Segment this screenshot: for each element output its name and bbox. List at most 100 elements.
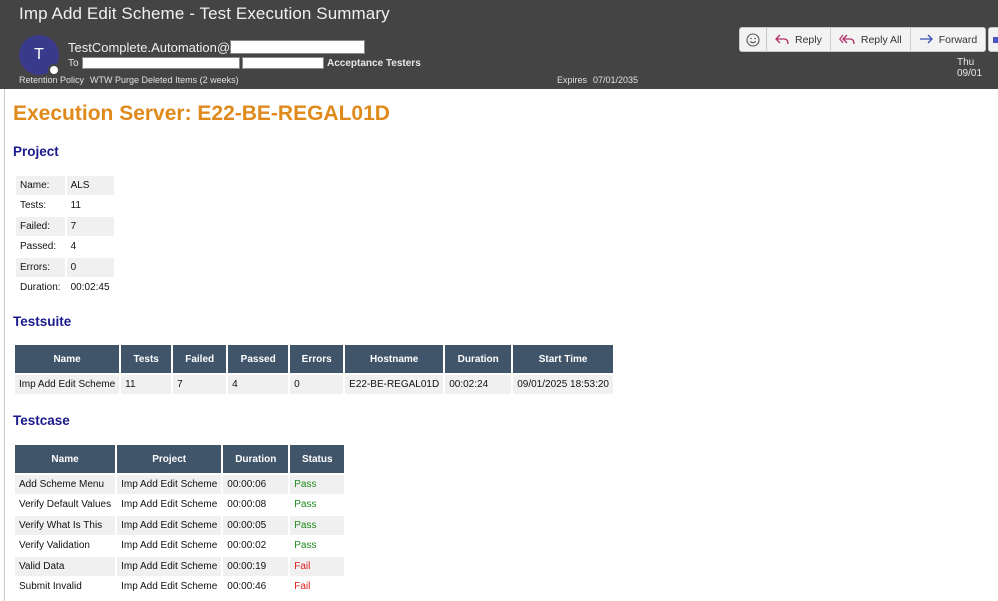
suite-duration-cell: 00:02:24 [445, 375, 512, 394]
reply-all-label: Reply All [860, 33, 902, 46]
suite-start-time-cell: 09/01/2025 18:53:20 [513, 375, 613, 394]
redacted-recipient-2 [242, 57, 324, 69]
expires-value: 07/01/2035 [593, 75, 639, 85]
case-name-cell: Valid Data [15, 557, 116, 576]
expires-info: Expires 07/01/2035 [557, 75, 638, 85]
case-project-cell: Imp Add Edit Scheme [117, 577, 222, 596]
case-duration-cell: 00:00:08 [223, 495, 289, 514]
column-header: Name [15, 445, 116, 473]
recipient-group[interactable]: Acceptance Testers [327, 58, 421, 69]
project-key: Duration: [20, 282, 61, 294]
reply-all-button[interactable]: Reply All [831, 28, 911, 51]
forward-button[interactable]: Forward [911, 28, 986, 51]
table-row: Errors: 0 [16, 258, 114, 277]
table-row: Valid Data Imp Add Edit Scheme 00:00:19 Fai… [15, 557, 345, 576]
column-header: Duration [223, 445, 289, 473]
retention-label: Retention Policy [19, 75, 85, 85]
project-key: Failed: [16, 217, 65, 236]
avatar-initial: T [34, 46, 44, 63]
case-name-cell: Submit Invalid [15, 577, 116, 596]
case-project-cell: Imp Add Edit Scheme [117, 495, 222, 514]
project-heading: Project [13, 144, 59, 159]
more-actions-group [988, 27, 998, 52]
project-value: 00:02:45 [70, 282, 110, 294]
case-status-cell: Pass [290, 516, 345, 535]
table-row: Verify What Is This Imp Add Edit Scheme 00… [15, 516, 345, 535]
project-value: 0 [66, 258, 114, 277]
project-key: Name: [16, 176, 65, 195]
case-status-cell: Pass [290, 536, 345, 555]
teams-icon [993, 36, 998, 43]
suite-tests-cell: 11 [121, 375, 172, 394]
teams-share-button[interactable] [989, 28, 998, 51]
column-header: Hostname [345, 345, 444, 373]
table-row: Add Scheme Menu Imp Add Edit Scheme 00:00:… [15, 475, 345, 494]
redacted-recipient [82, 57, 240, 69]
case-status-cell: Fail [290, 557, 345, 576]
case-project-cell: Imp Add Edit Scheme [117, 536, 222, 555]
retention-value: WTW Purge Deleted Items (2 weeks) [90, 75, 239, 85]
project-value: 4 [70, 241, 77, 253]
case-duration-cell: 00:00:05 [223, 516, 289, 535]
table-row: Failed: 7 [16, 217, 114, 236]
execution-server-title: Execution Server: E22-BE-REGAL01D [13, 102, 390, 125]
table-row: Passed: 4 [16, 238, 114, 257]
case-project-cell: Imp Add Edit Scheme [117, 516, 222, 535]
table-header-row: Name Project Duration Status [15, 445, 345, 473]
reply-button[interactable]: Reply [767, 28, 831, 51]
case-project-cell: Imp Add Edit Scheme [117, 475, 222, 494]
email-body: Execution Server: E22-BE-REGAL01D Projec… [4, 89, 998, 601]
reply-actions-group: Reply Reply All Forward [766, 27, 987, 52]
email-subject: Imp Add Edit Scheme - Test Execution Sum… [19, 4, 390, 23]
table-header-row: Name Tests Failed Passed Errors Hostname… [15, 345, 613, 373]
project-value: ALS [66, 176, 114, 195]
table-row: Verify Validation Imp Add Edit Scheme 00:0… [15, 536, 345, 555]
suite-errors-cell: 0 [290, 375, 344, 394]
recipient-line: To Acceptance Testers [68, 56, 421, 70]
column-header: Project [117, 445, 222, 473]
email-date: Thu 09/01 [957, 57, 983, 79]
case-name-cell: Verify Default Values [15, 495, 116, 514]
suite-passed-cell: 4 [228, 375, 289, 394]
case-status-cell: Pass [290, 495, 345, 514]
testsuite-table: Name Tests Failed Passed Errors Hostname… [13, 343, 615, 396]
sender-name[interactable]: TestComplete.Automation@ [68, 40, 230, 55]
email-header: Imp Add Edit Scheme - Test Execution Sum… [0, 0, 998, 89]
testsuite-heading: Testsuite [13, 314, 72, 329]
testcase-table: Name Project Duration Status Add Scheme … [13, 443, 346, 598]
project-value: 11 [70, 200, 81, 212]
column-header: Duration [445, 345, 512, 373]
testcase-heading: Testcase [13, 413, 70, 428]
project-key: Errors: [16, 258, 65, 277]
table-row: Submit Invalid Imp Add Edit Scheme 00:00:4… [15, 577, 345, 596]
column-header: Failed [173, 345, 227, 373]
to-label: To [68, 57, 79, 69]
suite-name-cell: Imp Add Edit Scheme [15, 375, 120, 394]
table-row: Tests: 11 [16, 197, 114, 216]
table-row: Name: ALS [16, 176, 114, 195]
column-header: Tests [121, 345, 172, 373]
case-project-cell: Imp Add Edit Scheme [117, 557, 222, 576]
retention-policy: Retention Policy WTW Purge Deleted Items … [19, 75, 239, 85]
case-name-cell: Add Scheme Menu [15, 475, 116, 494]
case-duration-cell: 00:00:19 [223, 557, 289, 576]
column-header: Name [15, 345, 120, 373]
reply-all-icon [838, 34, 855, 44]
column-header: Status [290, 445, 345, 473]
forward-icon [919, 34, 933, 43]
project-summary-table: Name: ALS Tests: 11 Failed: 7 Passed: 4 Erro… [14, 174, 116, 299]
table-row: Imp Add Edit Scheme 11 7 4 0 E22-BE-REGA… [15, 375, 613, 394]
case-duration-cell: 00:00:02 [223, 536, 289, 555]
forward-label: Forward [938, 33, 978, 46]
table-row: Verify Default Values Imp Add Edit Scheme… [15, 495, 345, 514]
project-key: Passed: [20, 241, 57, 253]
case-duration-cell: 00:00:46 [223, 577, 289, 596]
expires-label: Expires [557, 75, 588, 85]
column-header: Errors [290, 345, 344, 373]
case-status-cell: Fail [290, 577, 345, 596]
column-header: Passed [228, 345, 289, 373]
case-duration-cell: 00:00:06 [223, 475, 289, 494]
suite-failed-cell: 7 [173, 375, 227, 394]
case-name-cell: Verify What Is This [15, 516, 116, 535]
project-value: 7 [66, 217, 114, 236]
